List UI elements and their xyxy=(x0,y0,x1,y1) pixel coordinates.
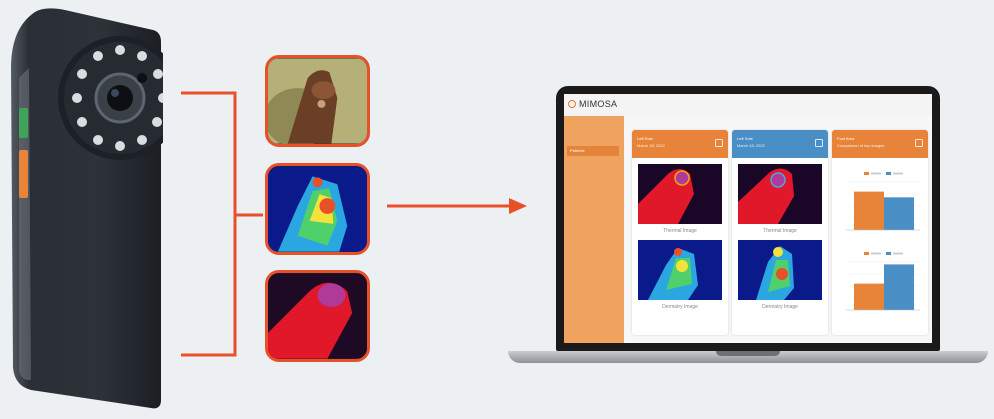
card-header: Left Sole March 18, 2022 xyxy=(632,130,728,158)
card-title: Left Sole xyxy=(737,136,753,141)
expand-icon[interactable] xyxy=(715,139,723,147)
photo-thumbnail xyxy=(265,55,370,147)
dermatry-thumbnail xyxy=(265,270,370,362)
bar xyxy=(854,191,884,230)
card-title: Foot Area xyxy=(837,136,855,141)
legend-swatch xyxy=(886,172,891,175)
thermal-caption: Thermal Image xyxy=(763,228,797,234)
legend-swatch xyxy=(864,172,869,175)
thermal-camera-device xyxy=(11,8,163,409)
laptop-notch xyxy=(716,351,780,356)
orange-button[interactable] xyxy=(19,150,28,198)
dermatry-image[interactable] xyxy=(638,240,722,300)
card-header: Foot Area Comparison of two images xyxy=(832,130,928,158)
app-logo[interactable]: MIMOSA xyxy=(568,99,617,109)
card-title: Left Sole xyxy=(637,136,653,141)
comparison-card: Foot Area Comparison of two images xyxy=(832,130,928,335)
thermal-image[interactable] xyxy=(638,164,722,224)
expand-icon[interactable] xyxy=(815,139,823,147)
card-header: Left Sole March 18, 2022 xyxy=(732,130,828,158)
logo-icon xyxy=(568,100,576,108)
expand-icon[interactable] xyxy=(915,139,923,147)
dermatry-caption: Dermatry Image xyxy=(662,304,698,310)
thermal-caption: Thermal Image xyxy=(663,228,697,234)
legend-label xyxy=(871,172,881,175)
legend-label xyxy=(893,172,903,175)
laptop-screen: MIMOSA Patients Left Sole March 18, 2022 xyxy=(556,86,940,351)
card-date: March 18, 2022 xyxy=(637,143,665,148)
app-window: MIMOSA Patients Left Sole March 18, 2022 xyxy=(564,94,932,343)
green-button[interactable] xyxy=(19,108,28,138)
dermatry-caption: Dermatry Image xyxy=(762,304,798,310)
bar-chart-1 xyxy=(846,172,920,231)
sidebar-item-patients[interactable]: Patients xyxy=(567,146,619,156)
bar-chart-2 xyxy=(846,252,920,311)
laptop: MIMOSA Patients Left Sole March 18, 2022 xyxy=(508,86,988,372)
image-card-2: Left Sole March 18, 2022 Thermal Image D… xyxy=(732,130,828,335)
logo-text: MIMOSA xyxy=(579,99,618,109)
app-header: MIMOSA xyxy=(564,94,932,116)
dermatry-image[interactable] xyxy=(738,240,822,300)
thermal-image[interactable] xyxy=(738,164,822,224)
card-date: March 18, 2022 xyxy=(737,143,765,148)
bar xyxy=(884,197,914,230)
sidebar: Patients xyxy=(564,116,624,343)
bar xyxy=(884,264,914,310)
legend-label xyxy=(893,252,903,255)
card-subtitle: Comparison of two images xyxy=(837,143,885,148)
bar xyxy=(854,283,884,310)
legend-swatch xyxy=(886,252,891,255)
thermal-thumbnail xyxy=(265,163,370,255)
legend-label xyxy=(871,252,881,255)
legend-swatch xyxy=(864,252,869,255)
image-card-1: Left Sole March 18, 2022 Thermal Image D… xyxy=(632,130,728,335)
main-content: Left Sole March 18, 2022 Thermal Image D… xyxy=(624,116,932,343)
